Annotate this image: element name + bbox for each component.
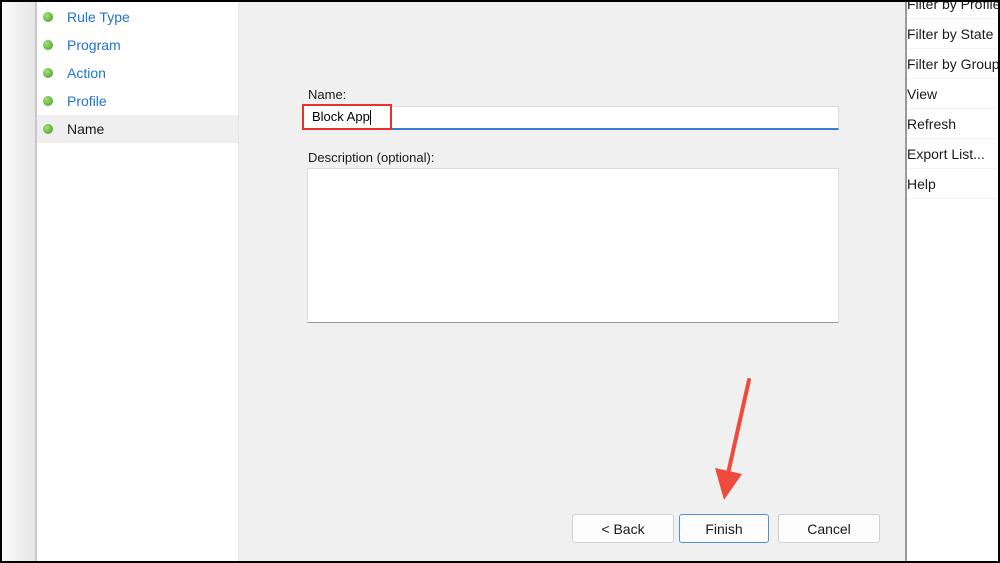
name-input[interactable]: Block App: [302, 104, 839, 130]
background-window-edge: [2, 2, 35, 561]
back-button[interactable]: < Back: [572, 514, 674, 543]
action-view[interactable]: View: [907, 79, 998, 109]
step-label: Name: [67, 121, 105, 137]
name-value: Block App: [312, 109, 370, 124]
step-label: Rule Type: [67, 9, 130, 25]
finish-button[interactable]: Finish: [679, 514, 769, 543]
step-name: Name: [37, 115, 238, 143]
text-caret: [369, 110, 371, 126]
complete-dot-icon: [43, 96, 53, 106]
action-help[interactable]: Help: [907, 169, 998, 199]
step-label: Action: [67, 65, 106, 81]
actions-pane: Filter by Profile Filter by State Filter…: [905, 2, 998, 561]
step-profile[interactable]: Profile: [37, 87, 238, 115]
action-filter-profile[interactable]: Filter by Profile: [907, 2, 998, 19]
wizard-window: Rule Type Program Action Profile Name Na…: [2, 2, 998, 561]
step-label: Profile: [67, 93, 107, 109]
action-filter-group[interactable]: Filter by Group: [907, 49, 998, 79]
wizard-content: Name: Block App Description (optional): …: [239, 2, 905, 561]
complete-dot-icon: [43, 12, 53, 22]
wizard-steps-pane: Rule Type Program Action Profile Name: [35, 2, 239, 561]
step-label: Program: [67, 37, 121, 53]
action-filter-state[interactable]: Filter by State: [907, 19, 998, 49]
action-export-list[interactable]: Export List...: [907, 139, 998, 169]
name-highlight-box: Block App: [302, 104, 392, 130]
step-program[interactable]: Program: [37, 31, 238, 59]
complete-dot-icon: [43, 68, 53, 78]
complete-dot-icon: [43, 40, 53, 50]
name-label: Name:: [308, 87, 347, 102]
current-dot-icon: [43, 124, 53, 134]
cancel-button[interactable]: Cancel: [778, 514, 880, 543]
step-action[interactable]: Action: [37, 59, 238, 87]
description-textarea[interactable]: [307, 168, 839, 323]
action-refresh[interactable]: Refresh: [907, 109, 998, 139]
step-rule-type[interactable]: Rule Type: [37, 3, 238, 31]
description-label: Description (optional):: [308, 150, 435, 165]
